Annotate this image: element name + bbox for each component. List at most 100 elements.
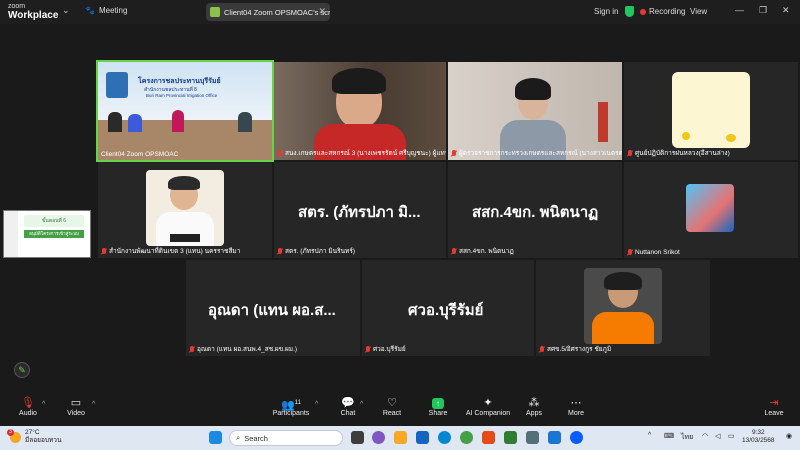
view-button[interactable]: View <box>690 7 707 16</box>
meeting-toolbar: 🎙︎ Audio ^ ▭ Video ^ 👥11 Participants ^ … <box>0 392 800 426</box>
video-gallery: ขั้นตอนที่ 6 อนุมัติโครงการเข้าสู่ระบบ โ… <box>0 24 800 392</box>
muted-mic-icon <box>365 345 371 353</box>
sign-in-link[interactable]: Sign in <box>594 7 618 16</box>
audio-options-caret[interactable]: ^ <box>42 401 45 408</box>
leave-button[interactable]: ⇥ Leave <box>754 396 794 417</box>
avatar <box>584 268 662 344</box>
muted-mic-icon <box>451 247 457 255</box>
chrome-icon[interactable] <box>460 431 473 444</box>
participants-options-caret[interactable]: ^ <box>315 401 318 408</box>
tile-label: Nuttanon Srikot <box>627 249 680 256</box>
taskbar-search[interactable]: ⌕ Search <box>229 430 343 446</box>
zoom-app-icon[interactable] <box>570 431 583 444</box>
tile-label: อุณดา (แทน ผอ.สนพ.4_สช.ผข.ผม.) <box>189 344 297 354</box>
powerpoint-icon[interactable] <box>482 431 495 444</box>
video-tile-participant[interactable]: ผู้ตรวจราชการกระทรวงเกษตรและสหกรณ์ (นางส… <box>448 62 622 160</box>
volume-icon[interactable]: ◁ <box>715 432 720 440</box>
annotate-pen-icon[interactable]: ✎ <box>14 362 30 378</box>
tile-label: สำนักงานพัฒนาที่ดินเขต 3 (แทน) นครราชสีม… <box>101 246 240 256</box>
sparkle-icon: ✦ <box>483 397 493 409</box>
participants-icon: 👥11 <box>281 399 301 412</box>
participants-button[interactable]: 👥11 Participants <box>270 396 312 417</box>
ai-companion-label: AI Companion <box>465 410 511 417</box>
banner-line3: Buri Ram Provincial Irrigation Office <box>146 93 218 98</box>
maximize-icon[interactable]: ❐ <box>759 5 767 16</box>
muted-mic-icon <box>277 247 283 255</box>
meeting-indicator[interactable]: 🐾 Meeting <box>85 6 127 15</box>
tray-chevron-icon[interactable]: ^ <box>648 432 651 439</box>
temperature: 27°C <box>25 429 40 436</box>
minimize-icon[interactable]: — <box>735 5 744 15</box>
muted-mic-icon <box>539 345 545 353</box>
recording-indicator[interactable]: Recording <box>640 7 685 16</box>
tile-label: ผู้ตรวจราชการกระทรวงเกษตรและสหกรณ์ (นางส… <box>451 148 622 158</box>
avatar <box>146 170 224 246</box>
muted-mic-icon <box>101 247 107 255</box>
video-tile-participant[interactable]: ศูนย์ปฏิบัติการฝนหลวง(อีสานล่าง) <box>624 62 798 160</box>
chevron-down-icon[interactable]: ⌄ <box>62 5 70 16</box>
avatar <box>672 72 750 148</box>
shield-icon[interactable] <box>625 6 634 17</box>
video-options-caret[interactable]: ^ <box>92 401 95 408</box>
notification-icon[interactable]: ◉ <box>786 432 792 440</box>
close-icon[interactable]: ✕ <box>318 6 326 17</box>
heart-icon: ♡ <box>387 397 397 409</box>
calculator-icon[interactable] <box>526 431 539 444</box>
search-placeholder: Search <box>244 433 268 443</box>
avatar <box>686 184 734 232</box>
task-view-icon[interactable] <box>351 431 364 444</box>
chat-options-caret[interactable]: ^ <box>360 401 363 408</box>
tile-label: ศูนย์ปฏิบัติการฝนหลวง(อีสานล่าง) <box>627 148 730 158</box>
muted-mic-icon <box>627 149 633 157</box>
tile-label: สนง.เกษตรและสหกรณ์ 3 (นางเพชรรัตน์ ศรีบุ… <box>277 148 446 158</box>
windows-start-icon[interactable] <box>209 431 222 444</box>
more-button[interactable]: ⋯ More <box>556 396 596 417</box>
copilot-icon[interactable] <box>372 431 385 444</box>
tile-label: Client04 Zoom OPSMOAC <box>101 151 179 158</box>
emblem <box>106 72 128 98</box>
participants-count: 11 <box>294 400 301 406</box>
close-window-icon[interactable]: ✕ <box>782 5 790 16</box>
video-tile-participant[interactable]: สำนักงานพัฒนาที่ดินเขต 3 (แทน) นครราชสีม… <box>98 162 272 258</box>
weather-icon: 3 <box>7 428 21 443</box>
video-button[interactable]: ▭ Video <box>56 396 96 417</box>
battery-icon[interactable]: ▭ <box>728 432 735 440</box>
share-label: Share <box>428 410 448 417</box>
share-button[interactable]: ↑ Share <box>418 396 458 417</box>
video-tile-participant[interactable]: สนง.เกษตรและสหกรณ์ 3 (นางเพชรรัตน์ ศรีบุ… <box>274 62 446 160</box>
tile-label: สตร. (ภัทรปภา มินรินทร์) <box>277 246 355 256</box>
muted-mic-icon <box>451 149 457 157</box>
edge-icon[interactable] <box>438 431 451 444</box>
participants-label: Participants <box>272 410 310 417</box>
video-tile-participant[interactable]: สศข.5/อิศรางกูร ชัยภูมิ <box>536 260 710 356</box>
language-label[interactable]: ไทย <box>681 432 693 443</box>
search-icon: ⌕ <box>236 433 241 442</box>
thumbnail-subtext: อนุมัติโครงการเข้าสู่ระบบ <box>24 230 84 238</box>
word-icon[interactable] <box>416 431 429 444</box>
language-icon[interactable]: ⌨ <box>664 432 674 440</box>
video-tile-participant[interactable]: สสก.4ขก. พนิตนาฏ สสก.4ขก. พนิตนาฏ <box>448 162 622 258</box>
excel-icon[interactable] <box>504 431 517 444</box>
share-status-pill[interactable]: Client04 Zoom OPSMOAC's scree ✕ <box>206 3 330 21</box>
file-explorer-icon[interactable] <box>394 431 407 444</box>
participant-name: อุณดา (แทน ผอ.ส... <box>208 302 336 319</box>
zoom-logo: zoom Workplace <box>8 2 58 21</box>
share-title: Client04 Zoom OPSMOAC's scree <box>224 7 330 17</box>
more-icon: ⋯ <box>570 397 582 409</box>
muted-mic-icon <box>189 345 195 353</box>
react-button[interactable]: ♡ React <box>372 396 412 417</box>
video-tile-participant[interactable]: ศวอ.บุรีรัมย์ ศวอ.บุรีรัมย์ <box>362 260 534 356</box>
video-tile-participant[interactable]: สตร. (ภัทรปภา มิ... สตร. (ภัทรปภา มินริน… <box>274 162 446 258</box>
video-tile-client04[interactable]: โครงการชลประทานบุรีรัมย์ สำนักงานชลประทา… <box>96 60 274 162</box>
ai-companion-button[interactable]: ✦ AI Companion <box>462 396 514 417</box>
apps-button[interactable]: ⁂ Apps <box>514 396 554 417</box>
weather-widget[interactable]: 3 27°C มีลอยอบทวน <box>7 428 61 445</box>
video-tile-participant[interactable]: อุณดา (แทน ผอ.ส... อุณดา (แทน ผอ.สนพ.4_ส… <box>186 260 360 356</box>
store-icon[interactable] <box>548 431 561 444</box>
more-label: More <box>568 410 584 417</box>
clock[interactable]: 9:32 13/03/2568 <box>742 429 775 445</box>
shared-screen-thumbnail[interactable]: ขั้นตอนที่ 6 อนุมัติโครงการเข้าสู่ระบบ <box>3 210 91 258</box>
wifi-icon[interactable]: ◠ <box>702 432 708 440</box>
apps-label: Apps <box>526 410 542 417</box>
video-tile-participant[interactable]: Nuttanon Srikot <box>624 162 798 258</box>
